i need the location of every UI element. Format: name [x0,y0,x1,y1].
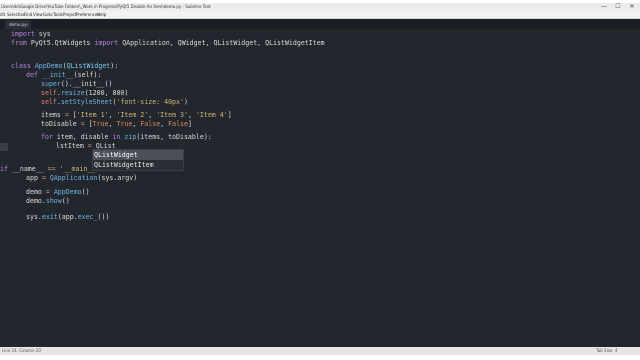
tab-size-indicator[interactable]: Tab Size: 4 [596,347,617,355]
code-line-2: from PyQt5.QtWidgets import QApplication… [11,39,325,47]
menu-goto[interactable]: Goto [43,11,53,18]
line-gutter [0,29,8,347]
code-line-22: sys.exit(app.exec_()) [26,213,110,221]
code-line-1: import sys [11,30,51,38]
menu-bar: dit Selection Find View Goto Tools Proje… [0,11,640,19]
minimize-icon[interactable]: — [598,3,610,11]
code-line-5: def __init__(self): [26,71,102,79]
code-line-13: for item, disable in zip(items, toDisabl… [41,133,212,141]
window-title: Users\de\Google Drive\YouTube Folders\_W… [1,4,211,9]
menu-tools[interactable]: Tools [53,11,63,18]
code-line-10: items = ['Item 1', 'Item 2', 'Item 3', '… [41,111,232,119]
autocomplete-item[interactable]: QListWidgetItem [93,160,183,170]
current-line-marker [0,143,8,151]
code-line-19: demo = AppDemo() [26,188,90,196]
cursor-position: Line 14, Column 20 [2,348,41,353]
code-line-20: demo.show() [26,197,70,205]
menu-edit[interactable]: dit [0,11,5,18]
code-line-8: self.setStyleSheet('font-size: 40px') [41,98,188,106]
menu-help[interactable]: Help [97,11,106,18]
screen: Users\de\Google Drive\YouTube Folders\_W… [0,0,640,360]
menu-find[interactable]: Find [24,11,32,18]
menu-preferences[interactable]: Preferences [76,11,100,18]
code-line-4: class AppDemo(QListWidget): [11,62,119,70]
code-editor[interactable]: import sys from PyQt5.QtWidgets import Q… [0,29,640,347]
status-bar: Line 14, Column 20 Tab Size: 4 [0,347,640,355]
menu-selection[interactable]: Selection [7,11,25,18]
code-line-7: self.resize(1200, 800) [41,89,129,97]
tab-label: demo.py [9,22,27,27]
tab-demo-py[interactable]: demo.py × [5,20,31,29]
close-icon[interactable]: ✕ [626,3,638,11]
menu-project[interactable]: Project [63,11,77,18]
title-bar: Users\de\Google Drive\YouTube Folders\_W… [0,3,640,11]
sublime-window: Users\de\Google Drive\YouTube Folders\_W… [0,3,640,355]
autocomplete-item-selected[interactable]: QListWidget [93,150,183,160]
tab-bar: demo.py × [0,19,640,29]
code-line-17: app = QApplication(sys.argv) [26,174,138,182]
code-line-16: if __name__ == '__main__': [0,165,103,173]
autocomplete-popup: QListWidget QListWidgetItem [92,149,184,171]
menu-view[interactable]: View [33,11,43,18]
code-line-6: super().__init__() [41,80,113,88]
tab-close-icon[interactable]: × [26,20,29,29]
maximize-icon[interactable]: ☐ [612,3,624,11]
code-line-11: toDisable = [True, True, False, False] [41,120,192,128]
